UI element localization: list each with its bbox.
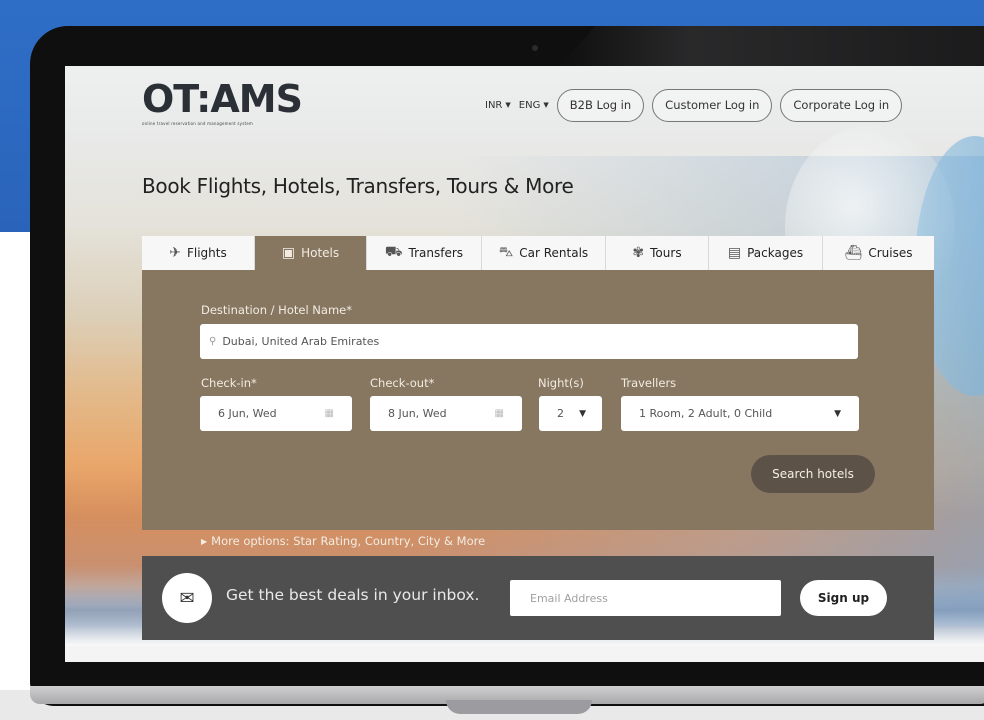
travellers-select[interactable]: 1 Room, 2 Adult, 0 Child ▼ — [621, 396, 859, 431]
currency-label: INR — [485, 99, 503, 111]
more-options-link[interactable]: ▶ More options: Star Rating, Country, Ci… — [201, 534, 485, 548]
email-input[interactable] — [510, 580, 781, 616]
logo-text: OT:AMS — [142, 77, 303, 121]
newsletter-bar: ✉ Get the best deals in your inbox. Sign… — [142, 556, 934, 640]
destination-label: Destination / Hotel Name* — [201, 303, 352, 317]
top-navigation: INR ▼ ENG ▼ B2B Log in Customer Log in C… — [485, 87, 903, 123]
checkin-label: Check-in* — [201, 376, 257, 390]
destination-input[interactable]: ⚲ Dubai, United Arab Emirates — [200, 324, 858, 359]
laptop-notch — [446, 700, 592, 714]
tab-car-rentals[interactable]: ⛍ Car Rentals — [482, 236, 606, 270]
checkout-label: Check-out* — [370, 376, 435, 390]
tab-transfers[interactable]: ⛟ Transfers — [367, 236, 482, 270]
corporate-login-button[interactable]: Corporate Log in — [780, 88, 903, 122]
destination-value: Dubai, United Arab Emirates — [222, 335, 380, 348]
customer-login-button[interactable]: Customer Log in — [652, 88, 773, 122]
checkout-value: 8 Jun, Wed — [388, 407, 447, 420]
tab-hotels[interactable]: ▣ Hotels — [255, 236, 367, 270]
laptop-reflection — [560, 26, 984, 66]
car-icon: ⛍ — [498, 244, 514, 260]
checkout-input[interactable]: 8 Jun, Wed ▦ — [370, 396, 522, 431]
search-hotels-button[interactable]: Search hotels — [751, 455, 875, 493]
nights-label: Night(s) — [538, 376, 584, 390]
language-label: ENG — [518, 99, 541, 111]
page-title: Book Flights, Hotels, Transfers, Tours &… — [142, 174, 574, 198]
webcam-icon — [532, 45, 538, 51]
currency-selector[interactable]: INR ▼ — [485, 100, 511, 111]
ship-icon: ⛴ — [844, 245, 863, 261]
travellers-label: Travellers — [621, 376, 677, 390]
caret-down-icon: ▼ — [834, 408, 841, 419]
tab-packages[interactable]: ▤ Packages — [709, 236, 823, 270]
plane-icon: ✈ — [169, 245, 181, 261]
tab-tours[interactable]: ✾ Tours — [606, 236, 709, 270]
booking-tabs: ✈ Flights ▣ Hotels ⛟ Transfers ⛍ Car Ren… — [142, 236, 934, 270]
tab-label: Transfers — [408, 246, 464, 260]
tab-label: Flights — [186, 246, 227, 260]
envelope-icon: ✉ — [162, 573, 212, 623]
site-logo[interactable]: OT:AMS online travel reservation and man… — [142, 77, 303, 130]
more-options-text: More options: Star Rating, Country, City… — [211, 534, 486, 548]
tab-cruises[interactable]: ⛴ Cruises — [823, 236, 934, 270]
bus-icon: ⛟ — [384, 244, 403, 260]
hotel-icon: ▣ — [281, 245, 296, 261]
tab-label: Hotels — [301, 246, 340, 260]
calendar-icon: ▦ — [494, 408, 504, 419]
logo-tagline: online travel reservation and management… — [142, 121, 254, 126]
tab-label: Tours — [650, 246, 682, 260]
location-pin-icon: ⚲ — [209, 336, 217, 347]
browser-screen: OT:AMS online travel reservation and man… — [65, 66, 984, 662]
tab-label: Packages — [747, 246, 804, 260]
palm-icon: ✾ — [632, 245, 645, 261]
calendar-icon: ▦ — [324, 408, 334, 419]
nights-select[interactable]: 2 ▼ — [539, 396, 602, 431]
tab-flights[interactable]: ✈ Flights — [142, 236, 255, 270]
caret-right-icon: ▶ — [201, 536, 208, 546]
travellers-value: 1 Room, 2 Adult, 0 Child — [639, 407, 773, 420]
newsletter-text: Get the best deals in your inbox. — [226, 586, 480, 604]
tab-label: Car Rentals — [519, 246, 589, 260]
nights-value: 2 — [557, 407, 564, 420]
b2b-login-button[interactable]: B2B Log in — [556, 88, 645, 122]
checkin-input[interactable]: 6 Jun, Wed ▦ — [200, 396, 352, 431]
caret-down-icon: ▼ — [543, 101, 549, 109]
checkin-value: 6 Jun, Wed — [218, 407, 277, 420]
signup-button[interactable]: Sign up — [800, 580, 887, 616]
caret-down-icon: ▼ — [505, 101, 511, 109]
tab-label: Cruises — [868, 246, 913, 260]
caret-down-icon: ▼ — [579, 408, 586, 419]
package-icon: ▤ — [727, 245, 742, 261]
language-selector[interactable]: ENG ▼ — [519, 100, 549, 111]
